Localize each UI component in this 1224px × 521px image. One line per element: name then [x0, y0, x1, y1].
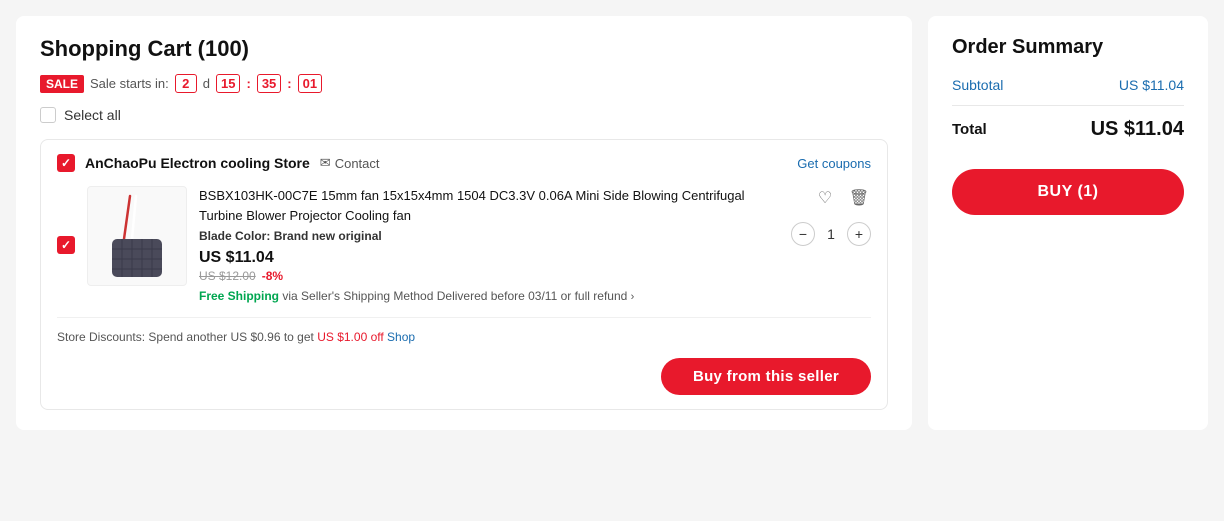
shipping-arrow-icon: › — [631, 291, 635, 303]
quantity-increase-button[interactable]: + — [847, 222, 871, 246]
product-image — [87, 186, 187, 286]
countdown-days: 2 — [175, 74, 197, 93]
total-label: Total — [952, 121, 987, 138]
store-contact[interactable]: ✉ Contact — [320, 155, 380, 171]
product-checkbox[interactable] — [57, 236, 75, 254]
store-discounts-label: Store Discounts: — [57, 330, 145, 344]
store-discounts: Store Discounts: Spend another US $0.96 … — [57, 330, 871, 344]
product-price: US $11.04 — [199, 249, 779, 267]
subtotal-value: US $11.04 — [1119, 77, 1184, 93]
select-all-label: Select all — [64, 107, 121, 123]
summary-divider — [952, 105, 1184, 106]
contact-label: Contact — [335, 156, 380, 171]
product-image-svg — [92, 191, 182, 281]
product-row: BSBX103HK-00C7E 15mm fan 15x15x4mm 1504 … — [57, 186, 871, 318]
product-original-price-row: US $12.00 -8% — [199, 269, 779, 283]
store-name: AnChaoPu Electron cooling Store — [85, 155, 310, 171]
countdown-sep-2: : — [287, 76, 291, 91]
buy-seller-row: Buy from this seller — [57, 358, 871, 395]
free-shipping-label: Free Shipping — [199, 289, 279, 303]
shipping-detail: via Seller's Shipping Method Delivered b… — [282, 289, 627, 303]
countdown-days-label: d — [203, 76, 210, 91]
action-icons: ♡ 🗑 — [813, 186, 871, 210]
product-name: BSBX103HK-00C7E 15mm fan 15x15x4mm 1504 … — [199, 186, 779, 225]
subtotal-label: Subtotal — [952, 77, 1003, 93]
order-summary-panel: Order Summary Subtotal US $11.04 Total U… — [928, 16, 1208, 430]
store-header: AnChaoPu Electron cooling Store ✉ Contac… — [57, 154, 871, 172]
delete-icon[interactable]: 🗑 — [847, 186, 871, 210]
buy-button[interactable]: BUY (1) — [952, 169, 1184, 215]
subtotal-row: Subtotal US $11.04 — [952, 77, 1184, 93]
quantity-value: 1 — [823, 226, 839, 242]
store-section: AnChaoPu Electron cooling Store ✉ Contac… — [40, 139, 888, 410]
wishlist-icon[interactable]: ♡ — [813, 186, 837, 210]
countdown-sep-1: : — [246, 76, 250, 91]
select-all-row[interactable]: Select all — [40, 107, 888, 123]
original-price: US $12.00 — [199, 269, 256, 283]
quantity-decrease-button[interactable]: − — [791, 222, 815, 246]
total-value: US $11.04 — [1091, 118, 1184, 141]
product-actions: ♡ 🗑 − 1 + — [791, 186, 871, 246]
store-left: AnChaoPu Electron cooling Store ✉ Contac… — [57, 154, 380, 172]
product-variant: Blade Color: Brand new original — [199, 229, 779, 243]
mail-icon: ✉ — [320, 155, 331, 171]
page-wrapper: Shopping Cart (100) SALE Sale starts in:… — [16, 16, 1208, 430]
shop-link[interactable]: Shop — [387, 330, 415, 344]
discount-badge: -8% — [262, 269, 283, 283]
sale-bar: SALE Sale starts in: 2 d 15 : 35 : 01 — [40, 74, 888, 93]
store-checkbox[interactable] — [57, 154, 75, 172]
sale-badge: SALE — [40, 75, 84, 93]
countdown-seconds: 01 — [298, 74, 322, 93]
summary-title: Order Summary — [952, 36, 1184, 59]
buy-from-seller-button[interactable]: Buy from this seller — [661, 358, 871, 395]
product-details: BSBX103HK-00C7E 15mm fan 15x15x4mm 1504 … — [199, 186, 779, 303]
total-row: Total US $11.04 — [952, 118, 1184, 141]
select-all-checkbox[interactable] — [40, 107, 56, 123]
cart-title: Shopping Cart (100) — [40, 36, 888, 62]
quantity-control: − 1 + — [791, 222, 871, 246]
discount-amount: US $1.00 off — [317, 330, 384, 344]
variant-label: Blade Color: — [199, 229, 270, 243]
countdown-minutes: 35 — [257, 74, 281, 93]
shipping-info: Free Shipping via Seller's Shipping Meth… — [199, 289, 779, 303]
get-coupons-link[interactable]: Get coupons — [797, 156, 871, 171]
sale-starts-label: Sale starts in: — [90, 76, 169, 91]
variant-value: Brand new original — [274, 229, 382, 243]
cart-panel: Shopping Cart (100) SALE Sale starts in:… — [16, 16, 912, 430]
countdown-hours: 15 — [216, 74, 240, 93]
spend-text: Spend another US $0.96 to get — [148, 330, 313, 344]
